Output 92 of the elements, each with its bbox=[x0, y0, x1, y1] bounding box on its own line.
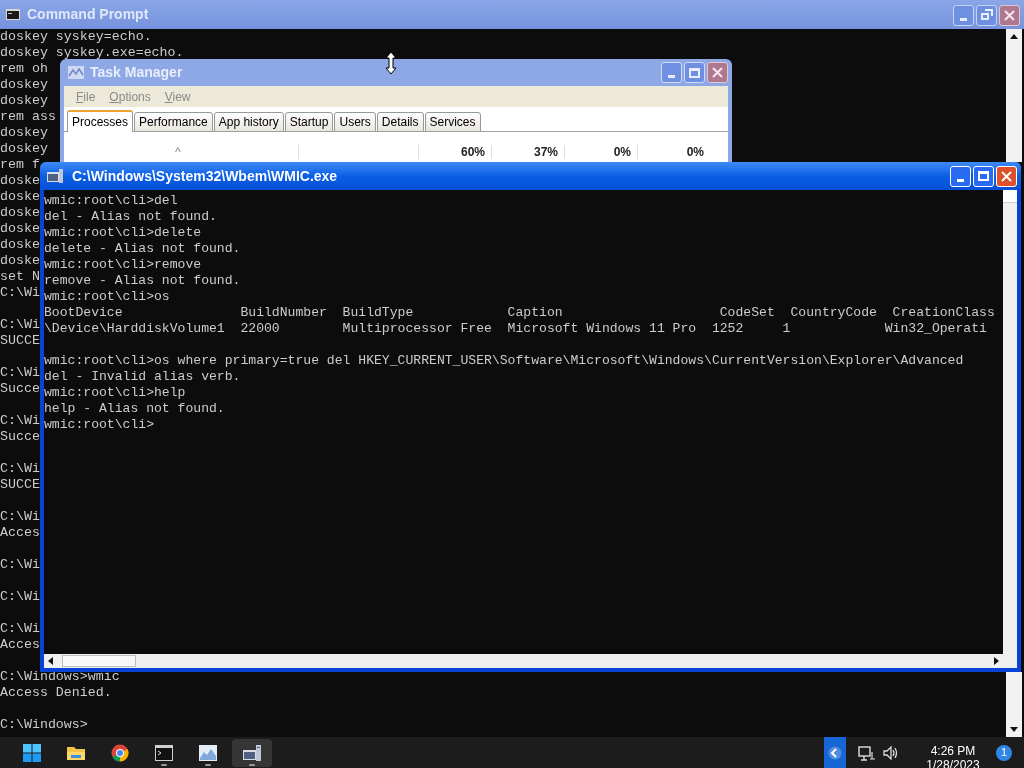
window-title: C:\Windows\System32\Wbem\WMIC.exe bbox=[72, 166, 338, 186]
console-line: C:\Wi bbox=[0, 365, 40, 381]
column-header[interactable]: 0% bbox=[613, 143, 631, 161]
console-line: doske bbox=[0, 253, 40, 269]
console-line: doske bbox=[0, 189, 40, 205]
column-header[interactable]: 0% bbox=[686, 143, 704, 161]
scrollbar[interactable] bbox=[1006, 29, 1022, 162]
console-line: wmic:root\cli>delete bbox=[44, 225, 202, 241]
console-line: Acces bbox=[0, 525, 40, 541]
console-line: rem ass bbox=[0, 109, 56, 125]
horizontal-scrollbar[interactable] bbox=[44, 654, 1003, 668]
console-line: C:\Wi bbox=[0, 461, 40, 477]
console-line: SUCCE bbox=[0, 333, 40, 349]
show-hidden-icons-button[interactable] bbox=[824, 737, 846, 768]
console-line: wmic:root\cli>remove bbox=[44, 257, 202, 273]
taskbar-app[interactable] bbox=[232, 738, 272, 767]
console-line: C:\Wi bbox=[0, 589, 40, 605]
close-icon bbox=[1004, 10, 1015, 21]
browser-icon bbox=[111, 743, 129, 762]
console-line: C:\Wi bbox=[0, 317, 40, 333]
resize-cursor-icon bbox=[385, 51, 397, 75]
console-line: wmic:root\cli>del bbox=[44, 193, 178, 209]
close-icon bbox=[1001, 170, 1012, 182]
tab[interactable]: Users bbox=[334, 112, 376, 132]
console-line: C:\Wi bbox=[0, 621, 40, 637]
clock-time[interactable]: 4:26 PM bbox=[930, 744, 976, 758]
console-line: rem oh bbox=[0, 61, 48, 77]
console-line: Succe bbox=[0, 381, 40, 397]
window-title: Task Manager bbox=[90, 63, 183, 82]
chevron-left-icon bbox=[828, 745, 842, 760]
console-line: doske bbox=[0, 205, 40, 221]
network-icon[interactable] bbox=[858, 743, 876, 762]
tab[interactable]: Processes bbox=[67, 110, 134, 132]
console-line: BootDevice BuildNumber BuildType Caption CodeSet CountryCode CreationClass bbox=[44, 305, 995, 321]
console-line: rem f bbox=[0, 157, 40, 173]
close-icon bbox=[712, 67, 723, 78]
sort-indicator: ^ bbox=[175, 144, 181, 161]
console-line: del - Invalid alias verb. bbox=[44, 369, 241, 385]
console-line: wmic:root\cli>os where primary=true del HKEY_CURRENT_USER\Software\Microsoft\Windows\CurrentVersion\Explorer\Advanced bbox=[44, 353, 964, 369]
console-line: C:\Wi bbox=[0, 413, 40, 429]
console-line: C:\Wi bbox=[0, 509, 40, 525]
windows-start-icon bbox=[23, 743, 41, 762]
console-line: remove - Alias not found. bbox=[44, 273, 241, 289]
console-line: C:\Windows> bbox=[0, 717, 88, 733]
scrollbar-track[interactable] bbox=[1006, 672, 1022, 737]
console-line: doske bbox=[0, 221, 40, 237]
console-line: doskey bbox=[0, 125, 48, 141]
console-line: doske bbox=[0, 237, 40, 253]
console-line: doskey bbox=[0, 77, 48, 93]
minimize-button[interactable] bbox=[661, 62, 682, 83]
console-line: wmic:root\cli> bbox=[44, 417, 154, 433]
volume-icon[interactable] bbox=[882, 743, 900, 762]
console-icon bbox=[46, 168, 64, 184]
window-title: Command Prompt bbox=[27, 5, 149, 24]
chart-icon bbox=[199, 744, 217, 761]
console-line: Access Denied. bbox=[0, 685, 112, 701]
console-line: C:\Windows>wmic bbox=[0, 669, 120, 685]
tab[interactable]: Services bbox=[424, 112, 481, 132]
console-line: SUCCE bbox=[0, 477, 40, 493]
console-line: doskey syskey=echo. bbox=[0, 29, 152, 45]
console-line: doske bbox=[0, 173, 40, 189]
chart-icon bbox=[68, 66, 84, 79]
notification-badge[interactable]: 1 bbox=[996, 744, 1012, 761]
restore-button[interactable] bbox=[976, 5, 997, 26]
console-line: doskey bbox=[0, 141, 48, 157]
console-line: delete - Alias not found. bbox=[44, 241, 241, 257]
console-line: wmic:root\cli>os bbox=[44, 289, 170, 305]
console-line: doskey bbox=[0, 93, 48, 109]
console-icon bbox=[242, 743, 262, 762]
tab[interactable]: Startup bbox=[284, 112, 334, 132]
tab[interactable]: App history bbox=[213, 112, 284, 132]
vertical-scrollbar[interactable] bbox=[1003, 190, 1017, 668]
console-line: del - Alias not found. bbox=[44, 209, 217, 225]
terminal-icon bbox=[155, 744, 173, 761]
console-line: C:\Wi bbox=[0, 557, 40, 573]
maximize-button[interactable] bbox=[684, 62, 705, 83]
minimize-button[interactable] bbox=[953, 5, 974, 26]
tab[interactable]: Details bbox=[376, 112, 424, 132]
console-line: wmic:root\cli>help bbox=[44, 385, 186, 401]
console-line: Succe bbox=[0, 429, 40, 445]
scrollbar-thumb[interactable] bbox=[62, 655, 136, 667]
console-line: Acces bbox=[0, 637, 40, 653]
console-line: C:\Wi bbox=[0, 285, 40, 301]
column-header[interactable]: 37% bbox=[533, 143, 558, 161]
console-line: doskey syskey.exe=echo. bbox=[0, 45, 184, 61]
close-button[interactable] bbox=[707, 62, 728, 83]
tab[interactable]: Performance bbox=[134, 112, 213, 132]
console-line: help - Alias not found. bbox=[44, 401, 225, 417]
console-line: \Device\HarddiskVolume1 22000 Multiprocessor Free Microsoft Windows 11 Pro 1252 1 Win32_Operati bbox=[44, 321, 987, 337]
column-header[interactable]: 60% bbox=[460, 143, 485, 161]
console-icon bbox=[6, 9, 20, 20]
console-line: set N bbox=[0, 269, 40, 285]
